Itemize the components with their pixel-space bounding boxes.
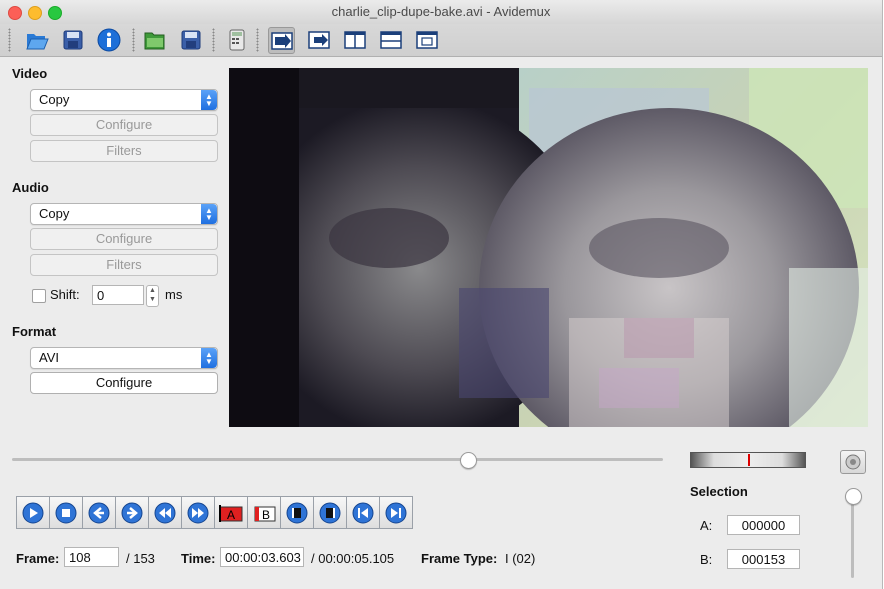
speaker-icon [845,454,861,470]
format-select[interactable]: AVI ▲ ▼ [30,347,218,369]
output-icon[interactable] [306,27,332,53]
calculator-icon[interactable] [224,27,250,53]
goto-start-icon[interactable] [346,496,380,529]
goto-end-icon[interactable] [379,496,413,529]
goto-marker-a-icon[interactable] [280,496,314,529]
play-icon[interactable] [16,496,50,529]
audio-configure-button[interactable]: Configure [30,228,218,250]
time-total: / 00:00:05.105 [311,551,395,566]
previous-frame-icon[interactable] [82,496,116,529]
volume-meter [690,452,806,468]
selection-label: Selection [690,484,748,499]
split-view-icon[interactable] [342,27,368,53]
timeline-slider[interactable] [12,458,663,461]
chevron-updown-icon: ▲ ▼ [201,90,217,110]
audio-toggle-button[interactable] [840,450,866,474]
selection-b-field[interactable]: 000153 [727,549,800,569]
frame-input[interactable]: 108 [64,547,119,567]
window-title: charlie_clip-dupe-bake.avi - Avidemux [331,4,551,19]
info-icon[interactable] [96,27,122,53]
frame-label: Frame: [16,551,60,566]
previous-keyframe-icon[interactable] [148,496,182,529]
toolbar-separator [132,28,135,52]
audio-section-label: Audio [12,180,49,195]
next-keyframe-icon[interactable] [181,496,215,529]
selection-b-label: B: [700,552,713,567]
format-value: AVI [39,350,59,365]
save-project-icon[interactable] [178,27,204,53]
svg-text:B: B [262,508,270,522]
video-preview [229,68,868,427]
video-frame-image [229,68,868,427]
format-configure-button[interactable]: Configure [30,372,218,394]
stop-icon[interactable] [49,496,83,529]
frame-type-label: Frame Type: [421,551,498,566]
next-frame-icon[interactable] [115,496,149,529]
toolbar-grip [8,28,11,52]
toolbar-separator [212,28,215,52]
video-codec-select[interactable]: Copy ▲ ▼ [30,89,218,111]
chevron-updown-icon: ▲ ▼ [201,204,217,224]
horizontal-split-icon[interactable] [378,27,404,53]
shift-checkbox[interactable] [32,289,46,303]
format-section-label: Format [12,324,57,339]
play-filtered-icon[interactable] [268,27,295,54]
chevron-updown-icon: ▲ ▼ [201,348,217,368]
open-icon[interactable] [24,27,50,53]
open-folder-icon[interactable] [142,27,168,53]
frame-type-value: I (02) [505,551,536,566]
time-input[interactable]: 00:00:03.603 [220,547,304,567]
title-bar: charlie_clip-dupe-bake.avi - Avidemux [0,0,882,24]
set-marker-b-icon[interactable]: B [247,496,281,529]
volume-slider-knob[interactable] [845,488,862,505]
svg-text:A: A [227,508,235,522]
selection-a-field[interactable]: 000000 [727,515,800,535]
video-configure-button[interactable]: Configure [30,114,218,136]
toolbar-separator [256,28,259,52]
toolbar [0,24,882,57]
avidemux-window: charlie_clip-dupe-bake.avi - Avidemux Vi… [0,0,883,589]
audio-codec-value: Copy [39,206,70,221]
goto-marker-b-icon[interactable] [313,496,347,529]
shift-unit: ms [165,287,183,302]
video-filters-button[interactable]: Filters [30,140,218,162]
time-label: Time: [181,551,216,566]
audio-codec-select[interactable]: Copy ▲ ▼ [30,203,218,225]
fullscreen-icon[interactable] [414,27,440,53]
timeline-slider-knob[interactable] [459,452,477,469]
video-codec-value: Copy [39,92,70,107]
playback-controls: A B [16,496,413,529]
set-marker-a-icon[interactable]: A [214,496,248,529]
video-section-label: Video [12,66,48,81]
shift-input[interactable]: 0 [92,285,144,305]
frame-total: / 153 [126,551,155,566]
selection-a-label: A: [700,518,713,533]
audio-filters-button[interactable]: Filters [30,254,218,276]
shift-stepper[interactable]: ▲ ▼ [146,285,159,307]
save-video-icon[interactable] [60,27,86,53]
shift-label: Shift: [50,287,80,302]
